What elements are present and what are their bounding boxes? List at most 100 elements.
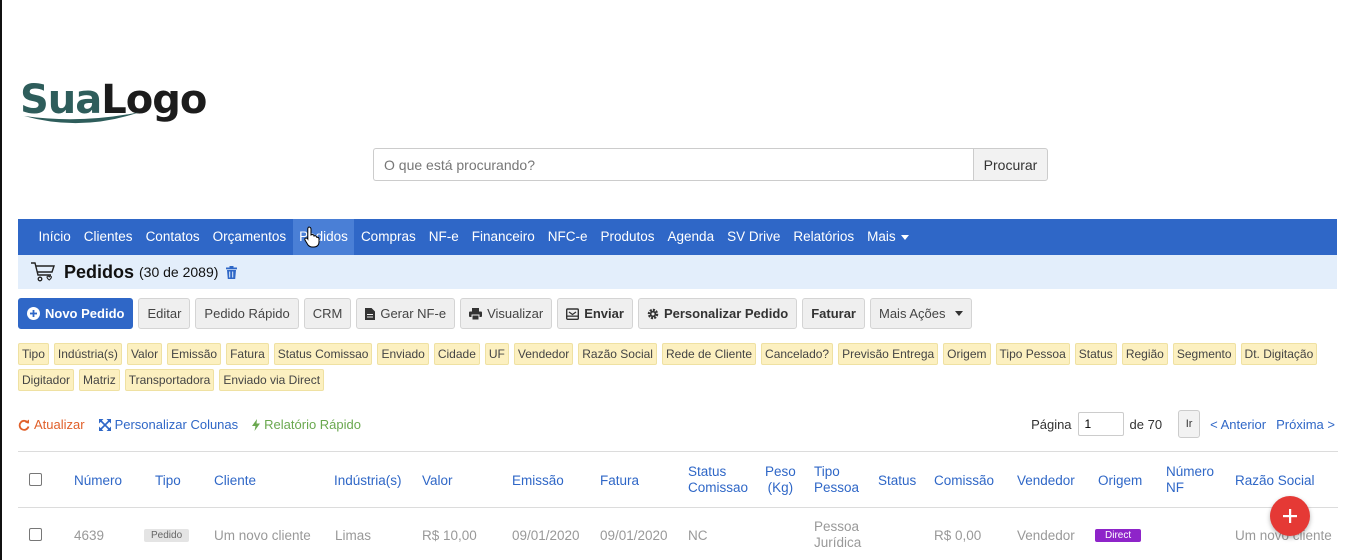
nav-item-mais[interactable]: Mais <box>861 219 916 255</box>
nav-item-nfe[interactable]: NF-e <box>422 219 465 255</box>
header-razao-social[interactable]: Razão Social <box>1235 473 1315 489</box>
search-input[interactable] <box>373 148 973 181</box>
faturar-button[interactable]: Faturar <box>802 298 865 329</box>
nav-item-contatos[interactable]: Contatos <box>139 219 206 255</box>
printer-icon <box>469 307 483 320</box>
filter-chip-origem[interactable]: Origem <box>943 343 991 365</box>
filter-chip-cancelado[interactable]: Cancelado? <box>761 343 834 365</box>
nav-item-agenda[interactable]: Agenda <box>661 219 721 255</box>
filter-chip-vendedor[interactable]: Vendedor <box>513 343 574 365</box>
filter-chip-industrias[interactable]: Indústria(s) <box>53 343 122 365</box>
header-status[interactable]: Status <box>878 473 916 489</box>
next-page-link[interactable]: Próxima > <box>1276 417 1335 432</box>
logo-swoosh-icon <box>24 112 140 124</box>
header-tipo[interactable]: Tipo <box>155 473 181 489</box>
cell-tipo-badge: Pedido <box>144 529 190 542</box>
previous-page-link[interactable]: < Anterior <box>1210 417 1266 432</box>
filter-chip-status-comissao[interactable]: Status Comissao <box>273 343 373 365</box>
page-header: Pedidos (30 de 2089) <box>18 255 1337 289</box>
header-numero[interactable]: Número <box>74 473 122 489</box>
nav-item-nfce[interactable]: NFC-e <box>541 219 594 255</box>
header-numero-nf-line1: Número <box>1166 464 1215 479</box>
gear-icon <box>647 308 659 319</box>
visualizar-button[interactable]: Visualizar <box>460 298 553 329</box>
filter-chip-previsao-entrega[interactable]: Previsão Entrega <box>838 343 939 365</box>
cell-cliente[interactable]: Um novo cliente <box>214 528 311 544</box>
header-valor[interactable]: Valor <box>422 473 453 489</box>
filter-chip-transportadora[interactable]: Transportadora <box>124 369 215 391</box>
header-tipo-pessoa[interactable]: Tipo Pessoa <box>814 464 859 496</box>
header-fatura[interactable]: Fatura <box>600 473 639 489</box>
company-logo[interactable]: SuaLogo <box>20 78 207 130</box>
filter-chip-segmento[interactable]: Segmento <box>1172 343 1236 365</box>
nav-item-compras[interactable]: Compras <box>354 219 422 255</box>
file-icon <box>365 307 376 320</box>
personalizar-colunas-link[interactable]: Personalizar Colunas <box>98 417 238 432</box>
add-floating-button[interactable] <box>1270 496 1310 536</box>
filter-chip-uf[interactable]: UF <box>484 343 509 365</box>
filter-chip-razao-social[interactable]: Razão Social <box>578 343 657 365</box>
enviar-button[interactable]: Enviar <box>557 298 633 329</box>
novo-pedido-button[interactable]: Novo Pedido <box>18 298 134 329</box>
header-comissao[interactable]: Comissão <box>934 473 994 489</box>
search-button[interactable]: Procurar <box>973 148 1048 181</box>
filter-chip-status[interactable]: Status <box>1074 343 1117 365</box>
filter-chip-tipo[interactable]: Tipo <box>18 343 49 365</box>
nav-item-inicio[interactable]: Início <box>32 219 77 255</box>
nav-item-relatorios[interactable]: Relatórios <box>787 219 861 255</box>
action-toolbar: Novo Pedido Editar Pedido Rápido CRM Ger… <box>18 298 973 329</box>
go-page-button[interactable]: Ir <box>1178 410 1201 438</box>
crm-button[interactable]: CRM <box>303 298 352 329</box>
nav-item-produtos[interactable]: Produtos <box>594 219 661 255</box>
header-tipo-pessoa-line2: Pessoa <box>814 480 860 495</box>
header-vendedor[interactable]: Vendedor <box>1017 473 1075 489</box>
page-number-input[interactable] <box>1077 412 1124 436</box>
header-origem[interactable]: Origem <box>1098 473 1142 489</box>
row-checkbox[interactable] <box>29 528 42 541</box>
nav-item-orcamentos[interactable]: Orçamentos <box>206 219 293 255</box>
filter-chip-regiao[interactable]: Região <box>1121 343 1168 365</box>
trash-icon[interactable] <box>226 265 238 279</box>
mais-acoes-button[interactable]: Mais Ações <box>870 298 973 329</box>
relatorio-rapido-link[interactable]: Relatório Rápido <box>252 417 361 432</box>
nav-item-sv-drive[interactable]: SV Drive <box>721 219 787 255</box>
pedido-rapido-button[interactable]: Pedido Rápido <box>195 298 299 329</box>
atualizar-label: Atualizar <box>34 417 85 432</box>
crm-label: CRM <box>312 306 343 321</box>
atualizar-link[interactable]: Atualizar <box>18 417 85 432</box>
chevron-down-icon <box>900 234 909 240</box>
nav-item-pedidos[interactable]: Pedidos <box>292 219 355 255</box>
header-status-comissao[interactable]: Status Comissao <box>688 464 748 496</box>
filter-chips: Tipo Indústria(s) Valor Emissão Fatura S… <box>18 343 1338 391</box>
gerar-nfe-button[interactable]: Gerar NF-e <box>356 298 456 329</box>
filter-chip-enviado-via-direct[interactable]: Enviado via Direct <box>219 369 325 391</box>
header-numero-nf[interactable]: Número NF <box>1166 464 1214 496</box>
editar-button[interactable]: Editar <box>138 298 191 329</box>
filter-chip-digitador[interactable]: Digitador <box>18 369 75 391</box>
nav-item-clientes[interactable]: Clientes <box>77 219 139 255</box>
header-tipo-pessoa-line1: Tipo <box>814 464 840 479</box>
faturar-label: Faturar <box>811 306 856 321</box>
filter-chip-enviado[interactable]: Enviado <box>377 343 429 365</box>
personalizar-pedido-button[interactable]: Personalizar Pedido <box>637 298 798 329</box>
filter-chip-matriz[interactable]: Matriz <box>79 369 120 391</box>
header-emissao[interactable]: Emissão <box>512 473 564 489</box>
header-numero-nf-line2: NF <box>1166 480 1184 495</box>
novo-pedido-label: Novo Pedido <box>45 306 125 321</box>
nav-item-financeiro[interactable]: Financeiro <box>465 219 541 255</box>
filter-chip-rede-de-cliente[interactable]: Rede de Cliente <box>661 343 757 365</box>
header-peso[interactable]: Peso (Kg) <box>765 464 796 496</box>
pedido-rapido-label: Pedido Rápido <box>204 306 290 321</box>
filter-chip-emissao[interactable]: Emissão <box>167 343 222 365</box>
header-cliente[interactable]: Cliente <box>214 473 256 489</box>
bolt-icon <box>252 418 261 431</box>
select-all-checkbox[interactable] <box>29 473 42 486</box>
header-status-comissao-line2: Comissao <box>688 480 749 495</box>
filter-chip-dt-digitacao[interactable]: Dt. Digitação <box>1240 343 1318 365</box>
filter-chip-tipo-pessoa[interactable]: Tipo Pessoa <box>995 343 1070 365</box>
filter-chip-cidade[interactable]: Cidade <box>433 343 480 365</box>
header-industria[interactable]: Indústria(s) <box>334 473 402 489</box>
filter-chip-valor[interactable]: Valor <box>126 343 163 365</box>
filter-chip-fatura[interactable]: Fatura <box>226 343 269 365</box>
cell-numero[interactable]: 4639 <box>74 528 104 544</box>
